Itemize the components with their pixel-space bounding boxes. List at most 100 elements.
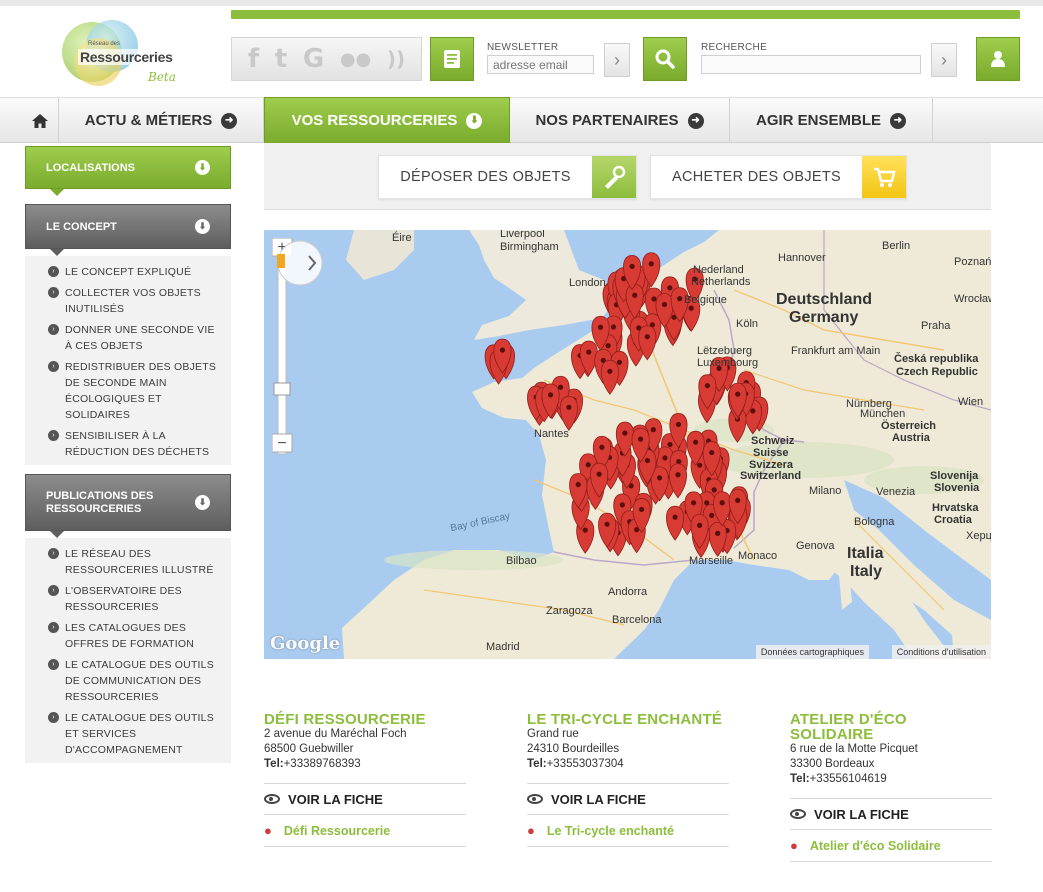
sidebar-heading-label: PUBLICATIONS DES RESSOURCERIES (46, 489, 154, 515)
site-logo[interactable]: Réseau des Ressourceries Beta (52, 18, 182, 88)
card-address: 2 avenue du Maréchal Foch (264, 728, 407, 740)
voir-fiche-link[interactable]: VOIR LA FICHE (527, 783, 729, 815)
map-marker-dot (651, 296, 657, 302)
map-label: Česká republika (894, 353, 979, 365)
sidebar-link[interactable]: › LE RÉSEAU DES RESSOURCERIES ILLUSTRÉ (25, 546, 231, 578)
map-marker-dot (639, 506, 645, 513)
sidebar-link[interactable]: › LES CATALOGUES DES OFFRES DE FORMATION (25, 620, 231, 652)
sidebar-link[interactable]: › LE CATALOGUE DES OUTILS ET SERVICES D'A… (25, 710, 231, 758)
account-button[interactable] (976, 37, 1020, 81)
nav-vos-ressourceries[interactable]: VOS RESSOURCERIES ⬇ (264, 97, 510, 144)
map-label: Luxembourg (697, 357, 759, 369)
search-submit-button[interactable]: › (931, 43, 957, 77)
map-marker-dot (499, 347, 506, 353)
map-label: Nederland (693, 264, 744, 276)
map-place-link[interactable]: ● Atelier d'éco Solidaire (790, 830, 992, 862)
sidebar-link[interactable]: › L'OBSERVATOIRE DES RESSOURCERIES (25, 583, 231, 615)
search-input[interactable] (701, 55, 921, 74)
sidebar-link[interactable]: › DONNER UNE SECONDE VIE À CES OBJETS (25, 322, 231, 354)
sidebar-link[interactable]: › LE CONCEPT EXPLIQUÉ (25, 264, 231, 280)
phone-number: +33389768393 (283, 758, 361, 770)
sidebar-pointer (50, 189, 64, 196)
nav-label: VOS RESSOURCERIES (291, 112, 458, 129)
map-data-credit[interactable]: Données cartographiques (755, 645, 869, 659)
search-icon-button[interactable] (643, 37, 687, 81)
tools-icon (592, 156, 636, 198)
sidebar-concept-heading[interactable]: LE CONCEPT ⬇ (25, 204, 231, 249)
main-nav: ACTU & MÉTIERS ➜ VOS RESSOURCERIES ⬇ NOS P… (0, 97, 1043, 144)
nav-home[interactable] (22, 98, 59, 143)
ressourcerie-card: ATELIER D'ÉCO SOLIDAIRE 6 rue de la Mott… (790, 712, 992, 862)
sidebar-concept-list: › LE CONCEPT EXPLIQUÉ › COLLECTER VOS OBJE… (25, 256, 231, 465)
deposer-objets-button[interactable]: DÉPOSER DES OBJETS (378, 155, 637, 199)
map-marker-dot (709, 512, 715, 518)
card-address: Grand rue (527, 728, 579, 740)
map-marker-dot (661, 301, 668, 308)
map-label: Österreich (881, 420, 937, 432)
logo-small-text: Réseau des (88, 41, 121, 47)
map-label: Köln (736, 318, 759, 330)
card-title[interactable]: LE TRI-CYCLE ENCHANTÉ (527, 712, 729, 727)
map-label: Hrvatska (932, 502, 979, 514)
map-label: München (860, 408, 906, 420)
newsletter-icon-button[interactable] (430, 37, 474, 81)
pegman-icon (277, 254, 285, 268)
card-title[interactable]: DÉFI RESSOURCERIE (264, 712, 466, 727)
newsletter-submit-button[interactable]: › (604, 43, 630, 77)
card-phone: Tel:+33553037304 (527, 757, 729, 772)
top-border (0, 0, 1043, 6)
sidebar-localisations[interactable]: LOCALISATIONS ⬇ (25, 146, 231, 189)
sidebar-publications-heading[interactable]: PUBLICATIONS DES RESSOURCERIES ⬇ (25, 474, 231, 531)
nav-label: NOS PARTENAIRES (535, 112, 679, 129)
map-marker-dot (644, 334, 650, 340)
map-marker-dot (735, 391, 741, 397)
voir-fiche-link[interactable]: VOIR LA FICHE (264, 783, 466, 815)
sidebar-link[interactable]: › COLLECTER VOS OBJETS INUTILISÉS (25, 285, 231, 317)
map-marker-dot (604, 521, 610, 527)
rss-icon[interactable]: )) (387, 47, 405, 71)
flickr-icon[interactable]: ●● (340, 49, 371, 70)
map-label: Austria (892, 432, 930, 444)
map-place-link[interactable]: ● Défi Ressourcerie (264, 815, 466, 847)
map-label: Madrid (486, 641, 520, 653)
sidebar-link-label: COLLECTER VOS OBJETS INUTILISÉS (65, 287, 201, 315)
nav-actu-metiers[interactable]: ACTU & MÉTIERS ➜ (59, 98, 264, 143)
arrow-down-icon: ⬇ (195, 495, 210, 510)
map-label: Genova (796, 540, 835, 552)
map-label: Wien (958, 396, 984, 408)
map-terms-link[interactable]: Conditions d'utilisation (891, 645, 991, 659)
sidebar-link[interactable]: › REDISTRIBUER DES OBJETS DE SECONDE MAIN… (25, 359, 231, 423)
acheter-objets-button[interactable]: ACHETER DES OBJETS (650, 155, 907, 199)
map-label: Switzerland (740, 470, 802, 482)
eye-icon (527, 794, 543, 804)
google-icon[interactable]: G (303, 44, 324, 74)
sidebar-link-label: LES CATALOGUES DES OFFRES DE FORMATION (65, 622, 195, 650)
header-accent-bar (231, 10, 1020, 19)
sidebar-link-label: LE CATALOGUE DES OUTILS DE COMMUNICATION… (65, 659, 214, 703)
nav-nos-partenaires[interactable]: NOS PARTENAIRES ➜ (510, 98, 730, 143)
facebook-icon[interactable]: f (248, 44, 259, 74)
page: Réseau des Ressourceries Beta f t G ●● )… (0, 0, 1043, 892)
newsletter-email-input[interactable] (487, 55, 594, 74)
ressourcerie-card: LE TRI-CYCLE ENCHANTÉ Grand rue 24310 Bo… (527, 712, 729, 847)
nav-agir-ensemble[interactable]: AGIR ENSEMBLE ➜ (730, 98, 933, 143)
map-marker-dot (696, 522, 703, 529)
google-logo: Google (270, 633, 341, 654)
sidebar-link-label: SENSIBILISER À LA RÉDUCTION DES DÉCHETS (65, 430, 210, 458)
card-title[interactable]: ATELIER D'ÉCO SOLIDAIRE (790, 712, 992, 742)
ressourceries-map[interactable]: Éire Liverpool Birmingham London Nederla… (264, 230, 991, 659)
map-marker-dot (750, 408, 756, 414)
sidebar-link[interactable]: › SENSIBILISER À LA RÉDUCTION DES DÉCHETS (25, 428, 231, 460)
sidebar-link-label: LE CATALOGUE DES OUTILS ET SERVICES D'AC… (65, 712, 214, 756)
map-label: Berlin (882, 240, 911, 252)
sidebar-link[interactable]: › LE CATALOGUE DES OUTILS DE COMMUNICATIO… (25, 657, 231, 705)
acheter-label: ACHETER DES OBJETS (672, 169, 841, 185)
search-icon (655, 49, 675, 69)
voir-fiche-link[interactable]: VOIR LA FICHE (790, 798, 992, 830)
phone-label: Tel: (527, 758, 547, 770)
map-label: Slovenija (930, 470, 979, 482)
map-place-link[interactable]: ● Le Tri-cycle enchanté (527, 815, 729, 847)
map-label: Liverpool (500, 230, 545, 240)
map-label: Belgique (684, 294, 727, 306)
twitter-icon[interactable]: t (275, 44, 287, 74)
